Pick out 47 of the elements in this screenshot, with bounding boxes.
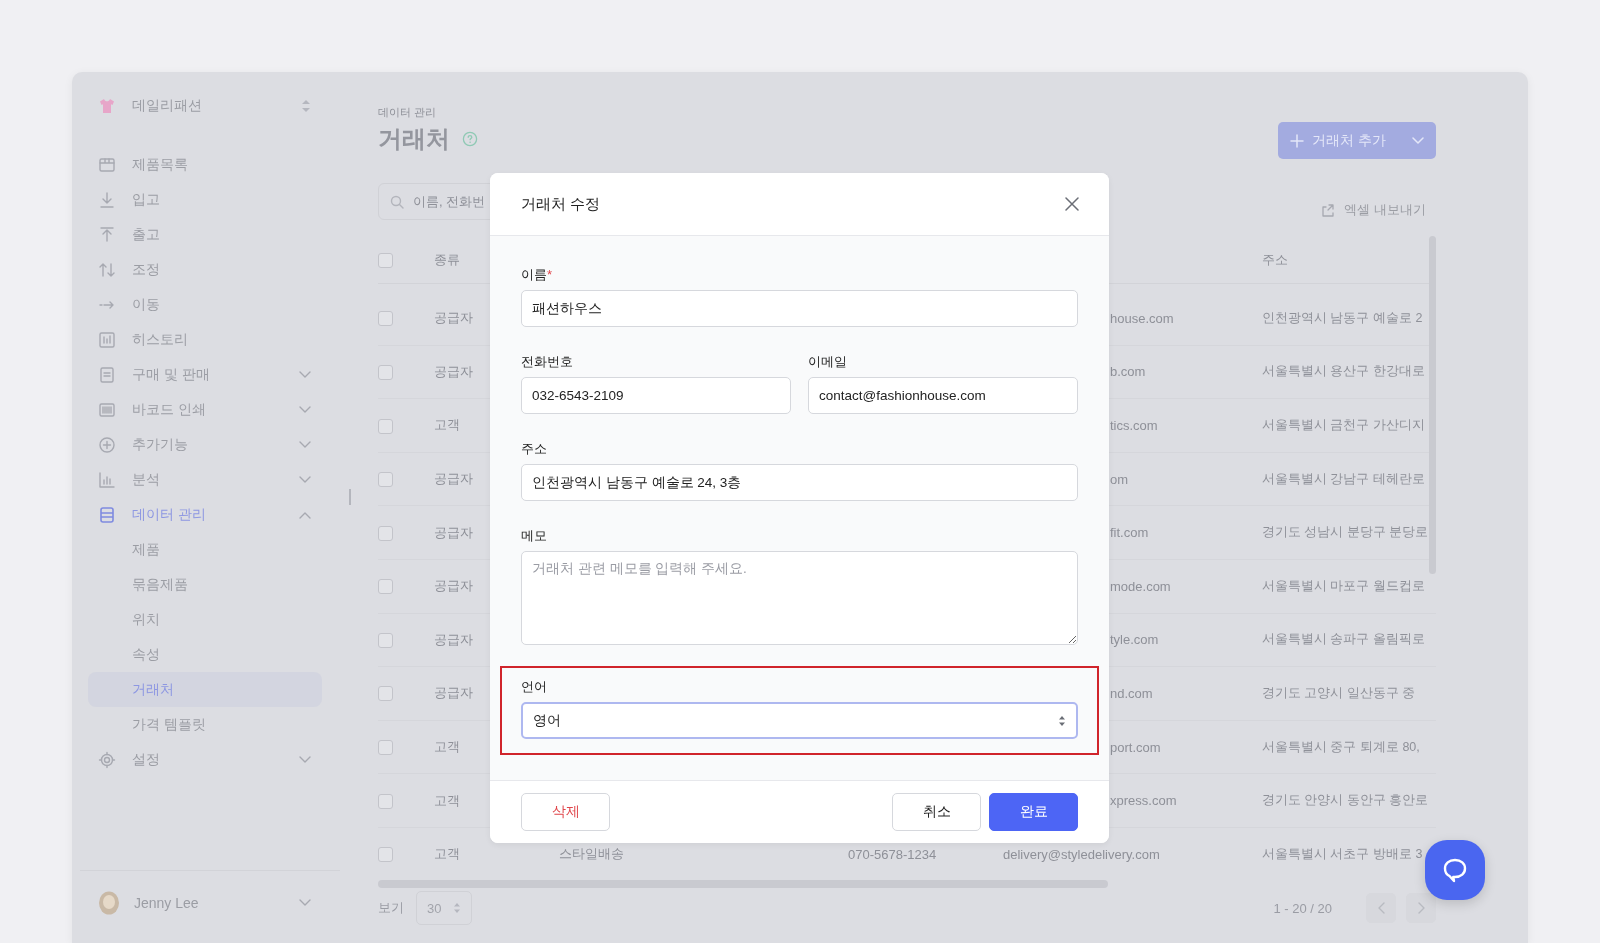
field-label: 이름*	[521, 266, 554, 284]
table-cell: 서울특별시 강남구 테헤란로	[1262, 471, 1425, 486]
table-cell: 경기도 안양시 동안구 흥안로	[1262, 793, 1429, 808]
brand-name: 데일리패션	[132, 97, 203, 115]
table-cell: delivery@styledelivery.com	[1003, 846, 1160, 862]
table-cell: 경기도 고양시 일산동구 중	[1262, 685, 1416, 700]
table-cell: mode.com	[1110, 578, 1171, 594]
field-label: 전화번호	[521, 353, 574, 371]
table-cell: 공급자	[434, 685, 473, 701]
table-cell: 공급자	[434, 471, 473, 487]
table-cell: tyle.com	[1110, 632, 1159, 648]
table-cell: 고객	[434, 792, 460, 808]
table-cell: 공급자	[434, 631, 473, 647]
table-cell: house.com	[1110, 310, 1174, 326]
table-cell: 인천광역시 남동구 예술로 2	[1262, 310, 1423, 325]
field-label: 언어	[521, 678, 548, 696]
table-cell: 경기도 성남시 분당구 분당로	[1262, 525, 1429, 540]
table-cell: 스타일배송	[559, 846, 624, 862]
table-cell: nd.com	[1110, 685, 1153, 701]
table-cell: om	[1110, 471, 1129, 487]
table-cell: 서울특별시 용산구 한강대로	[1262, 364, 1425, 379]
field-label: 주소	[521, 440, 548, 458]
table-cell: b.com	[1110, 364, 1146, 380]
user-name: Jenny Lee	[134, 895, 200, 911]
table-cell: 공급자	[434, 363, 473, 379]
field-label: 메모	[521, 527, 548, 545]
page-size-label: 보기	[378, 899, 404, 917]
page-range: 1 - 20 / 20	[1273, 900, 1332, 916]
dialog-title: 거래처 수정	[521, 194, 601, 214]
table-cell: 서울특별시 송파구 올림픽로	[1262, 632, 1425, 647]
table-cell: 서울특별시 서초구 방배로 3	[1262, 846, 1423, 861]
table-cell: 서울특별시 중구 퇴계로 80,	[1262, 739, 1420, 754]
table-cell: tics.com	[1110, 418, 1158, 433]
table-cell: 서울특별시 금천구 가산디지	[1262, 418, 1425, 432]
table-cell: 고객	[434, 739, 460, 755]
table-cell: xpress.com	[1110, 793, 1177, 809]
table-cell: 공급자	[434, 310, 473, 326]
table-cell: 070-5678-1234	[848, 846, 937, 862]
table-cell: 공급자	[434, 578, 473, 594]
field-label: 이메일	[808, 353, 848, 371]
table-cell: port.com	[1110, 739, 1161, 755]
table-cell: fit.com	[1110, 525, 1149, 541]
table-cell: 공급자	[434, 524, 473, 540]
page-title: 거래처	[378, 124, 450, 154]
table-cell: 고객	[434, 417, 460, 433]
table-cell: 고객	[434, 846, 460, 862]
table-cell: 서울특별시 마포구 월드컵로	[1262, 578, 1425, 593]
